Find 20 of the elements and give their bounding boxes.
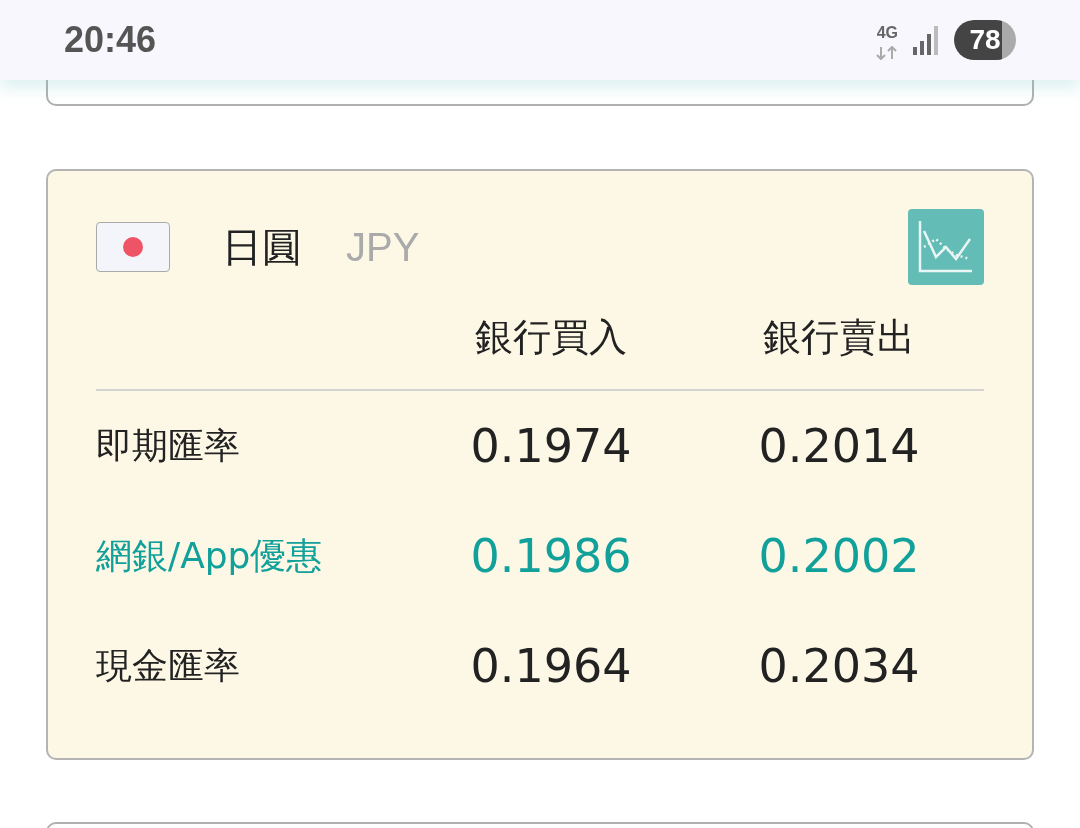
buy-rate: 0.1964 <box>469 639 633 693</box>
sell-rate: 0.2014 <box>757 419 921 473</box>
buy-rate: 0.1974 <box>469 419 633 473</box>
rate-label: 現金匯率 <box>96 643 241 688</box>
battery-indicator: 78 <box>954 20 1016 60</box>
column-header: 銀行賣出 <box>762 313 916 361</box>
rate-label: 網銀/App優惠 <box>96 533 324 578</box>
chart-button[interactable] <box>908 209 984 285</box>
flag-icon <box>96 222 170 272</box>
column-header: 銀行買入 <box>474 313 628 361</box>
status-time: 20:46 <box>64 19 157 61</box>
data-arrows-icon <box>876 46 898 60</box>
rate-label: 即期匯率 <box>96 423 241 468</box>
network-indicator: 4G <box>876 25 898 41</box>
sell-rate: 0.2034 <box>757 639 921 693</box>
currency-name: 日圓 <box>222 222 302 272</box>
currency-code: JPY <box>346 224 420 270</box>
signal-icon <box>912 25 940 55</box>
sell-rate: 0.2002 <box>757 529 921 583</box>
buy-rate: 0.1986 <box>469 529 633 583</box>
